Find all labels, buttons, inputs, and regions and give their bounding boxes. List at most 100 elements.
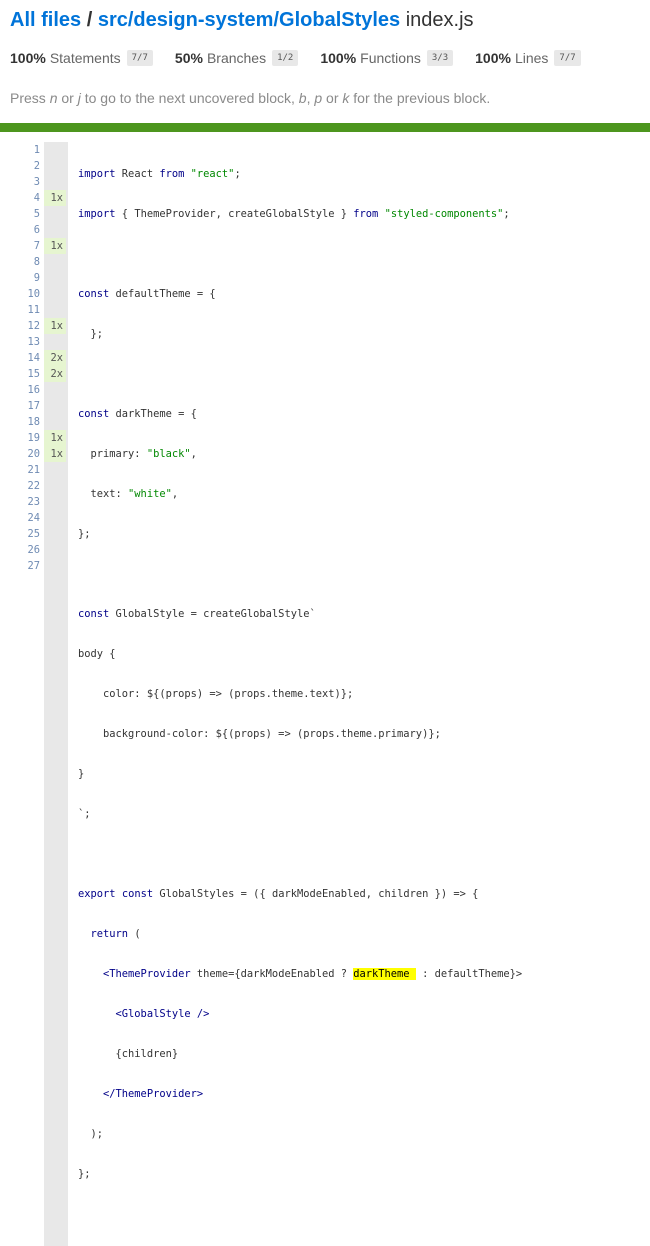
summary-functions: 100% Functions 3/3 [320,50,454,66]
hit-count: 1x [44,446,66,462]
line-number-link[interactable]: 20 [0,446,40,462]
source-column: import React from "react"; import { Them… [68,142,522,1246]
statements-percent: 100% [10,50,46,66]
line-number-link[interactable]: 23 [0,494,40,510]
code-token: } [78,768,85,780]
code-line-19: export const GlobalStyles = ({ darkModeE… [78,886,522,902]
line-number-link[interactable]: 13 [0,334,40,350]
hit-count-empty [44,526,66,542]
line-number-link[interactable]: 26 [0,542,40,558]
hit-count-empty [44,142,66,158]
code-line-13: body { [78,646,522,662]
uncovered-branch-highlight: darkTheme [353,968,416,980]
code-token: `; [78,808,91,820]
hit-count-empty [44,174,66,190]
hit-count: 2x [44,350,66,366]
line-numbers-column: 1 2 3 4 5 6 7 8 9 10 11 12 13 14 15 16 17 18 19 20 21 22 23 24 2… [0,142,44,1246]
hint-text: to go to the next uncovered block, [80,90,299,106]
line-number-link[interactable]: 11 [0,302,40,318]
code-token: import [78,208,116,220]
hit-count-empty [44,398,66,414]
coverage-status-bar [0,123,650,132]
line-number-link[interactable]: 10 [0,286,40,302]
hit-count-empty [44,494,66,510]
code-token: const [121,888,154,900]
line-number-link[interactable]: 2 [0,158,40,174]
hit-count: 2x [44,366,66,382]
code-line-17: `; [78,806,522,822]
functions-label: Functions [360,50,421,66]
breadcrumb-folder-link[interactable]: src/design-system/GlobalStyles [98,9,400,31]
hit-count-empty [44,158,66,174]
hint-key-p: p [314,90,323,106]
code-line-2: import { ThemeProvider, createGlobalStyl… [78,206,522,222]
code-token: {children} [78,1048,179,1060]
line-number-link[interactable]: 25 [0,526,40,542]
statements-label: Statements [49,50,121,66]
hit-count-empty [44,254,66,270]
line-number-link[interactable]: 19 [0,430,40,446]
code-token: "white" [128,488,172,500]
code-token: text: [78,488,129,500]
code-token: ); [78,1128,104,1140]
line-number-link[interactable]: 1 [0,142,40,158]
code-token: }; [78,1168,91,1180]
code-token: , [190,448,197,460]
keyboard-hint: Press n or j to go to the next uncovered… [10,88,640,108]
code-table: 1 2 3 4 5 6 7 8 9 10 11 12 13 14 15 16 17 18 19 20 21 22 23 24 2… [0,142,522,1246]
code-line-23: {children} [78,1046,522,1062]
hit-count-empty [44,222,66,238]
code-token: ; [503,208,510,220]
line-number-link[interactable]: 27 [0,558,40,574]
line-number-link[interactable]: 16 [0,382,40,398]
code-token: import [78,168,116,180]
code-line-1: import React from "react"; [78,166,522,182]
code-token: return [90,928,129,940]
line-number-link[interactable]: 4 [0,190,40,206]
line-number-link[interactable]: 12 [0,318,40,334]
line-number-link[interactable]: 21 [0,462,40,478]
hint-text: Press [10,90,50,106]
line-number-link[interactable]: 9 [0,270,40,286]
line-number-link[interactable]: 14 [0,350,40,366]
code-token: { ThemeProvider, createGlobalStyle } [115,208,354,220]
code-token: "styled-components" [384,208,504,220]
line-number-link[interactable]: 17 [0,398,40,414]
line-number-link[interactable]: 3 [0,174,40,190]
code-token: background-color: ${(props) => (props.th… [78,728,441,740]
coverage-summary: 100% Statements 7/7 50% Branches 1/2 100… [10,48,640,68]
line-number-link[interactable]: 18 [0,414,40,430]
hit-count-empty [44,206,66,222]
lines-fraction: 7/7 [554,50,581,66]
hit-count-empty [44,286,66,302]
line-number-link[interactable]: 8 [0,254,40,270]
code-token: }; [78,528,91,540]
breadcrumb-file-name: index.js [405,9,474,31]
statements-fraction: 7/7 [126,50,153,66]
line-number-link[interactable]: 6 [0,222,40,238]
code-token: <GlobalStyle /> [78,1008,210,1020]
breadcrumb-all-files-link[interactable]: All files [10,9,81,31]
line-number-link[interactable]: 5 [0,206,40,222]
code-token: primary: [78,448,147,460]
hit-count: 1x [44,318,66,334]
line-number-link[interactable]: 22 [0,478,40,494]
summary-statements: 100% Statements 7/7 [10,50,153,66]
code-line-15: background-color: ${(props) => (props.th… [78,726,522,742]
code-line-21: <ThemeProvider theme={darkModeEnabled ? … [78,966,522,982]
code-line-16: } [78,766,522,782]
code-line-8: primary: "black", [78,446,522,462]
line-number-link[interactable]: 24 [0,510,40,526]
code-token: <ThemeProvider [78,968,191,980]
code-line-26: }; [78,1166,522,1182]
code-token: defaultTheme = { [109,288,216,300]
line-number-link[interactable]: 15 [0,366,40,382]
code-line-14: color: ${(props) => (props.theme.text)}; [78,686,522,702]
code-line-22: <GlobalStyle /> [78,1006,522,1022]
code-token: "black" [146,448,191,460]
line-number-link[interactable]: 7 [0,238,40,254]
code-token: const [78,408,110,420]
